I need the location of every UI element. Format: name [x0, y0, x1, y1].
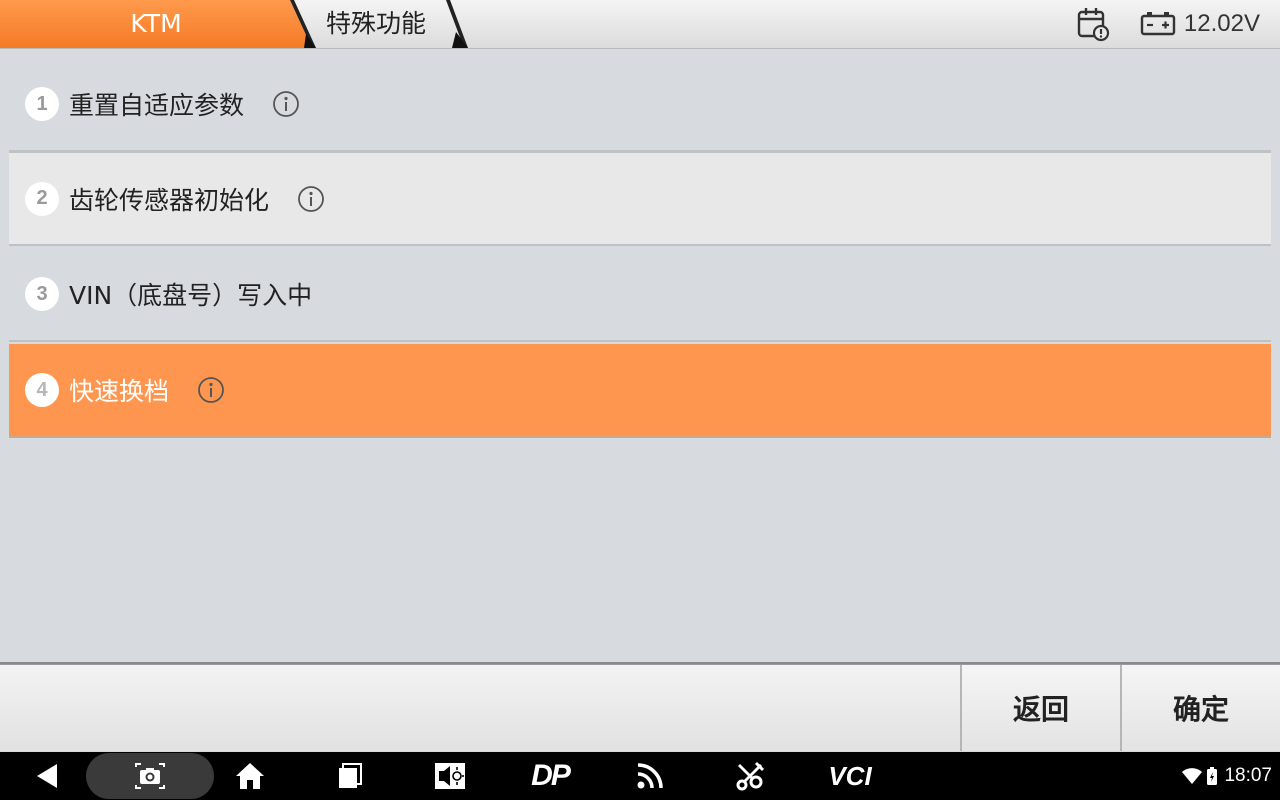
wifi-icon — [1182, 768, 1203, 784]
header-status: 12.02V — [1076, 0, 1280, 48]
item-number: 2 — [25, 181, 59, 216]
vci-label: VCI — [828, 760, 872, 791]
screenshot-icon[interactable] — [120, 752, 180, 800]
header-bar: KTM 特殊功能 12.02V — [0, 0, 1280, 49]
system-status: 18:07 — [1182, 752, 1272, 800]
calendar-clock-icon[interactable] — [1076, 6, 1112, 42]
item-number: 3 — [25, 277, 59, 311]
vci-icon[interactable]: VCI — [818, 752, 882, 800]
breadcrumb-current[interactable]: 特殊功能 — [326, 0, 426, 48]
clock: 18:07 — [1224, 765, 1272, 786]
feed-icon[interactable] — [620, 752, 680, 800]
item-label: 快速换档 — [69, 377, 170, 406]
list-item[interactable]: 2 齿轮传感器初始化 — [9, 152, 1271, 246]
list-item[interactable]: 1 重置自适应参数 — [9, 58, 1271, 152]
function-list: 1 重置自适应参数 2 齿轮传感器初始化 3 VIN（底盘号）写入中 4 快速换… — [0, 50, 1280, 664]
item-number: 4 — [25, 373, 59, 407]
action-bar: 返回 确定 — [0, 664, 1280, 751]
info-icon[interactable] — [297, 185, 325, 213]
list-item[interactable]: 3 VIN（底盘号）写入中 — [9, 248, 1271, 342]
item-label: 齿轮传感器初始化 — [69, 185, 270, 215]
back-button[interactable]: 返回 — [960, 665, 1120, 751]
item-label: 重置自适应参数 — [69, 91, 245, 120]
battery-icon — [1140, 12, 1176, 36]
item-number: 1 — [25, 87, 59, 121]
battery-status-icon — [1207, 767, 1218, 785]
breadcrumb-home-label[interactable]: KTM — [0, 0, 312, 48]
home-icon[interactable] — [220, 752, 280, 800]
tools-icon[interactable] — [720, 752, 780, 800]
item-label: VIN（底盘号）写入中 — [69, 281, 313, 310]
back-icon[interactable] — [18, 752, 78, 800]
dp-icon[interactable]: DP — [520, 752, 580, 800]
battery-voltage: 12.02V — [1183, 10, 1260, 37]
confirm-button[interactable]: 确定 — [1120, 665, 1280, 751]
list-item-selected[interactable]: 4 快速换档 — [9, 344, 1271, 438]
recents-icon[interactable] — [320, 752, 380, 800]
system-nav-bar: DP VCI 18:07 — [0, 752, 1280, 800]
brightness-icon[interactable] — [420, 752, 480, 800]
info-icon[interactable] — [272, 90, 300, 118]
dp-label: DP — [531, 759, 571, 792]
info-icon[interactable] — [197, 376, 225, 404]
